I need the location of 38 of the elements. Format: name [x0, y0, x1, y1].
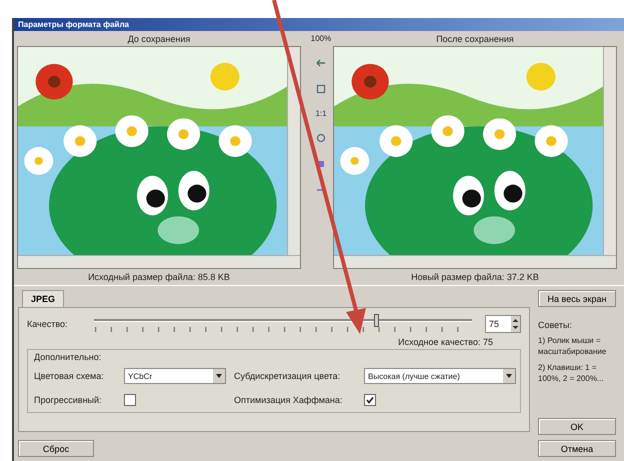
option-label: Оптимизация Хаффмана: [234, 395, 344, 405]
actual-size-button[interactable]: 1:1 [315, 109, 327, 118]
cancel-button[interactable]: Отмена [538, 440, 616, 457]
circle-icon[interactable] [315, 132, 327, 144]
dropdown-field[interactable]: Высокая (лучше сжатие) [364, 368, 516, 384]
dropdown-arrow-icon[interactable] [215, 373, 223, 379]
format-tab[interactable]: JPEG [22, 290, 64, 307]
dropdown-arrow-icon[interactable] [505, 373, 513, 379]
group-title: Дополнительно: [34, 352, 102, 362]
checkbox[interactable] [124, 394, 136, 406]
tips-title: Советы: [538, 320, 573, 330]
preview-heading: До сохранения [128, 33, 190, 46]
quality-spinbox[interactable]: 75 [485, 314, 521, 332]
window-title: Параметры формата файла [18, 20, 129, 29]
preview-heading: После сохранения [436, 33, 514, 46]
reset-button[interactable]: Сброс [18, 440, 94, 457]
frame-icon[interactable] [315, 83, 327, 95]
horizontal-scrollbar[interactable] [18, 255, 300, 268]
quality-label: Качество: [27, 318, 69, 328]
option-label: Прогрессивный: [34, 395, 103, 405]
vertical-scrollbar[interactable] [603, 47, 616, 255]
original-quality-label: Исходное качество: 75 [398, 337, 493, 347]
horizontal-scrollbar[interactable] [334, 255, 616, 268]
file-size-label: Исходный размер файла: 85.8 KB [88, 271, 230, 284]
arrow-icon[interactable] [315, 57, 327, 69]
vertical-scrollbar[interactable] [287, 47, 300, 255]
checkbox[interactable] [364, 394, 376, 406]
ok-button[interactable]: OK [538, 418, 616, 435]
dropdown-field[interactable]: YCbCr [124, 368, 226, 384]
option-label: Цветовая схема: [34, 371, 105, 381]
tip-text: 2) Клавиши: 1 = 100%, 2 = 200%... [538, 362, 605, 384]
zoom-label: 100% [310, 34, 332, 43]
file-size-label: Новый размер файла: 37.2 KB [411, 271, 539, 284]
quality-slider-thumb[interactable] [374, 314, 379, 327]
spin-arrows-icon[interactable] [511, 316, 520, 330]
fullscreen-button[interactable]: На весь экран [538, 290, 616, 307]
tip-text: 1) Ролик мыши = масштабирование [538, 335, 608, 357]
option-label: Субдискретизация цвета: [234, 371, 342, 381]
